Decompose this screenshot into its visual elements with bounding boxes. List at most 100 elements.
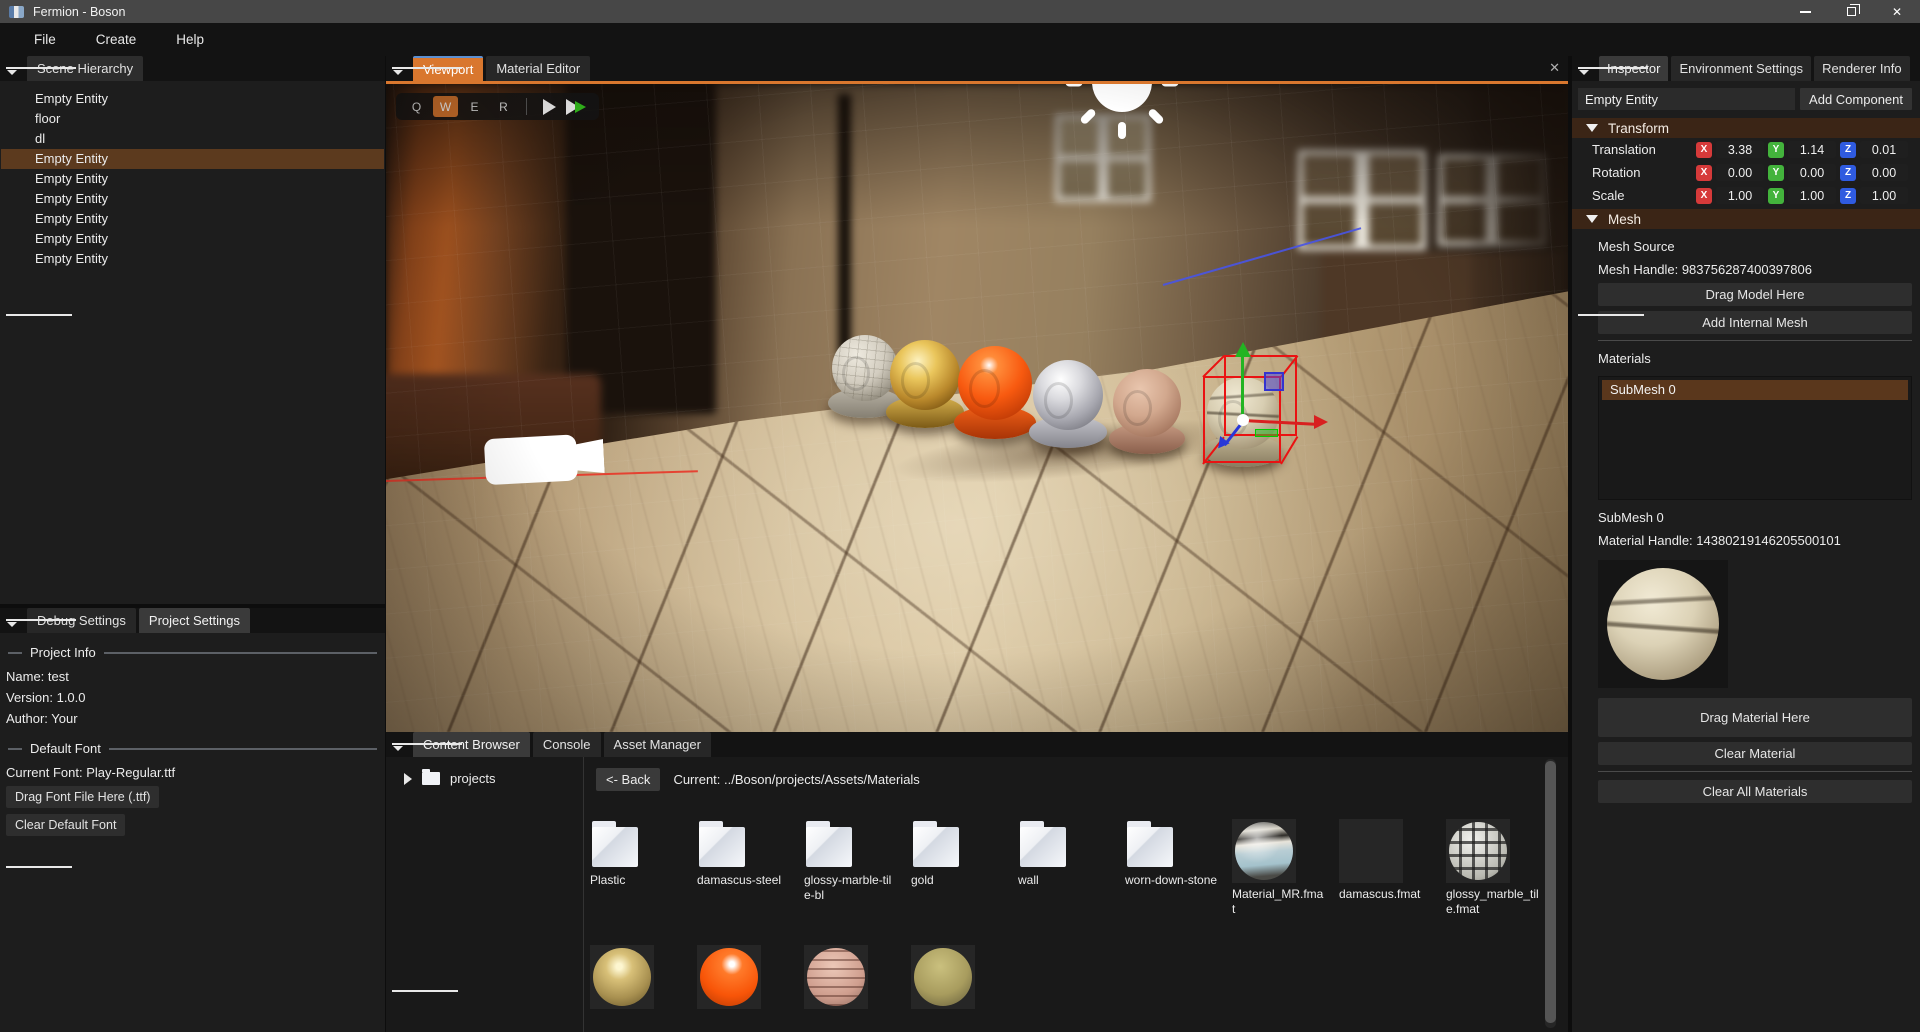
tab-content-browser[interactable]: Content Browser [413,732,530,757]
asset-material-file[interactable] [911,945,1018,1013]
menu-file[interactable]: File [20,28,70,51]
tab-project-settings[interactable]: Project Settings [139,608,250,633]
content-browser-panel: Content Browser Console Asset Manager pr… [386,732,1568,1032]
clear-material-button[interactable]: Clear Material [1598,742,1912,765]
tab-material-editor[interactable]: Material Editor [486,56,590,81]
window-title: Fermion - Boson [33,5,125,19]
tree-item-projects[interactable]: projects [386,757,583,786]
add-component-button[interactable]: Add Component [1800,88,1912,110]
asset-material-file[interactable] [804,945,911,1013]
asset-folder[interactable]: damascus-steel [697,819,804,917]
asset-material-file[interactable] [697,945,804,1013]
tab-scene-hierarchy[interactable]: Scene Hierarchy [27,56,143,81]
translation-x-field[interactable]: 3.38 [1716,141,1764,158]
submesh-item-selected[interactable]: SubMesh 0 [1602,380,1908,400]
folder-icon [1020,821,1072,867]
hierarchy-list: Empty Entity floor dl Empty Entity Empty… [0,81,385,269]
divider [1598,771,1912,772]
panel-splitter[interactable] [385,56,386,1032]
collapse-menu-icon[interactable] [6,63,19,75]
material-thumb-tile [1446,819,1510,883]
translation-z-field[interactable]: 0.01 [1860,141,1908,158]
rotation-y-field[interactable]: 0.00 [1788,164,1836,181]
menu-help[interactable]: Help [162,28,218,51]
tab-debug-settings[interactable]: Debug Settings [27,608,136,633]
project-name: Name: test [0,666,385,687]
clear-font-button[interactable]: Clear Default Font [6,814,125,836]
asset-grid-row1: Plastic damascus-steel glossy-marble-til… [590,819,1553,917]
hierarchy-item[interactable]: dl [1,129,384,149]
asset-folder[interactable]: Plastic [590,819,697,917]
close-button[interactable]: ✕ [1874,0,1920,23]
viewport-scene[interactable]: Q W E R Y Y X Z [386,84,1568,732]
tab-renderer-info[interactable]: Renderer Info [1814,56,1910,81]
asset-folder[interactable]: gold [911,819,1018,917]
hierarchy-item[interactable]: Empty Entity [1,189,384,209]
hierarchy-item[interactable]: Empty Entity [1,169,384,189]
folder-icon [806,821,858,867]
asset-material-file[interactable]: Material_MR.fmat [1232,819,1339,917]
panel-close-icon[interactable]: ✕ [1549,60,1560,76]
tab-viewport[interactable]: Viewport [413,56,483,81]
rotation-x-field[interactable]: 0.00 [1716,164,1764,181]
asset-folder[interactable]: wall [1018,819,1125,917]
tab-console[interactable]: Console [533,732,601,757]
mesh-header[interactable]: Mesh [1572,209,1920,229]
panel-splitter[interactable] [1568,56,1572,1032]
hierarchy-item[interactable]: Empty Entity [1,89,384,109]
scale-x-field[interactable]: 1.00 [1716,187,1764,204]
asset-material-file[interactable] [590,945,697,1013]
minimize-button[interactable] [1782,0,1828,23]
tab-inspector[interactable]: Inspector [1599,56,1668,81]
hierarchy-item-selected[interactable]: Empty Entity [1,149,384,169]
back-button[interactable]: <- Back [596,768,660,791]
collapse-menu-icon[interactable] [6,615,19,627]
scale-z-field[interactable]: 1.00 [1860,187,1908,204]
folder-icon [592,821,644,867]
minimize-icon [1800,11,1811,13]
add-internal-mesh-button[interactable]: Add Internal Mesh [1598,311,1912,334]
rotation-z-field[interactable]: 0.00 [1860,164,1908,181]
materials-label: Materials [1598,349,1912,372]
transform-header[interactable]: Transform [1572,118,1920,138]
title-bar: Fermion - Boson ✕ [0,0,1920,23]
app-icon [9,6,24,18]
scrollbar-thumb[interactable] [1545,761,1556,1023]
collapse-menu-icon[interactable] [392,63,405,75]
translation-y-field[interactable]: 1.14 [1788,141,1836,158]
hierarchy-item[interactable]: Empty Entity [1,209,384,229]
collapse-menu-icon[interactable] [1578,63,1591,75]
panel-splitter[interactable] [0,604,385,608]
material-preview[interactable] [1598,560,1728,688]
expand-arrow-icon[interactable] [404,773,412,785]
drag-material-button[interactable]: Drag Material Here [1598,698,1912,737]
drag-model-button[interactable]: Drag Model Here [1598,283,1912,306]
drag-font-button[interactable]: Drag Font File Here (.ttf) [6,786,159,808]
project-settings-panel: Debug Settings Project Settings Project … [0,608,385,1032]
material-preview-sphere [1607,568,1719,680]
menu-bar: File Create Help [0,23,1920,56]
menu-create[interactable]: Create [82,28,151,51]
material-handle-label: Material Handle: 14380219146205500101 [1598,531,1912,554]
scale-y-field[interactable]: 1.00 [1788,187,1836,204]
material-thumb-damascus [1339,819,1403,883]
collapse-menu-icon[interactable] [392,739,405,751]
hierarchy-item[interactable]: Empty Entity [1,249,384,269]
tab-environment-settings[interactable]: Environment Settings [1671,56,1811,81]
clear-all-materials-button[interactable]: Clear All Materials [1598,780,1912,803]
asset-folder[interactable]: worn-down-stone [1125,819,1232,917]
z-axis-badge: Z [1840,142,1856,158]
asset-material-file[interactable]: glossy_marble_tile.fmat [1446,819,1553,917]
y-axis-badge: Y [1768,165,1784,181]
y-axis-badge: Y [1768,188,1784,204]
translation-row: Translation X 3.38 Y 1.14 Z 0.01 [1572,138,1920,161]
entity-name-input[interactable] [1578,88,1795,110]
hierarchy-item[interactable]: floor [1,109,384,129]
asset-folder[interactable]: glossy-marble-tile-bl [804,819,911,917]
scale-row: Scale X 1.00 Y 1.00 Z 1.00 [1572,184,1920,207]
tab-asset-manager[interactable]: Asset Manager [604,732,711,757]
scrollbar[interactable] [1545,759,1556,1028]
asset-material-file[interactable]: damascus.fmat [1339,819,1446,917]
restore-button[interactable] [1828,0,1874,23]
hierarchy-item[interactable]: Empty Entity [1,229,384,249]
